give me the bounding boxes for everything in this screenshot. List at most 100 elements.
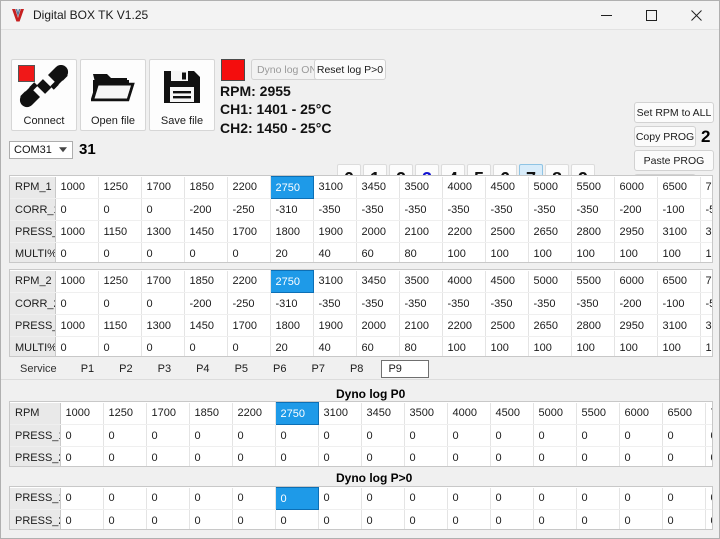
- grid-cell[interactable]: 1000: [55, 270, 99, 293]
- connect-button[interactable]: Connect: [11, 59, 77, 131]
- grid-cell[interactable]: 5500: [571, 270, 615, 293]
- grid-cell[interactable]: 1150: [98, 220, 142, 243]
- grid-cell[interactable]: 1850: [189, 402, 233, 425]
- grid-cell[interactable]: -350: [442, 292, 486, 315]
- grid-cell[interactable]: 0: [141, 198, 185, 221]
- program-tab-P6[interactable]: P6: [266, 360, 293, 378]
- grid-cell[interactable]: 100: [442, 242, 486, 262]
- grid-cell[interactable]: 1700: [146, 402, 190, 425]
- grid-cell[interactable]: -50: [700, 292, 712, 315]
- grid-cell[interactable]: 0: [55, 242, 99, 262]
- grid-cell[interactable]: 0: [103, 424, 147, 447]
- grid-cell[interactable]: 0: [141, 242, 185, 262]
- grid-cell[interactable]: 0: [490, 487, 534, 510]
- grid-cell[interactable]: -100: [657, 198, 701, 221]
- grid-cell[interactable]: 2000: [356, 220, 400, 243]
- program-tab-P1[interactable]: P1: [74, 360, 101, 378]
- grid-cell[interactable]: 100: [700, 336, 712, 356]
- grid-cell[interactable]: 0: [490, 509, 534, 529]
- grid-cell[interactable]: -310: [270, 198, 314, 221]
- grid-cell[interactable]: 1250: [98, 176, 142, 199]
- grid-cell[interactable]: 5000: [528, 176, 572, 199]
- dyno-log-p0-grid[interactable]: RPM 1000 1250 1700 1850 2200 2750 3100 3450 3500 4…: [9, 401, 713, 467]
- grid-cell[interactable]: 3100: [657, 220, 701, 243]
- grid-cell[interactable]: 2750: [269, 270, 314, 293]
- program-tab-P9[interactable]: P9: [381, 360, 429, 378]
- grid-cell[interactable]: 1900: [313, 314, 357, 337]
- set-rpm-to-all-button[interactable]: Set RPM to ALL: [634, 102, 714, 123]
- grid-cell[interactable]: 0: [232, 424, 276, 447]
- grid-cell[interactable]: 0: [576, 509, 620, 529]
- maximize-button[interactable]: [629, 1, 674, 29]
- grid-cell[interactable]: 0: [146, 487, 190, 510]
- grid-cell[interactable]: 0: [189, 509, 233, 529]
- grid-cell[interactable]: 0: [490, 424, 534, 447]
- minimize-button[interactable]: [584, 1, 629, 29]
- grid-cell[interactable]: 100: [528, 242, 572, 262]
- save-file-button[interactable]: Save file: [149, 59, 215, 131]
- grid-cell[interactable]: 0: [141, 292, 185, 315]
- grid-cell[interactable]: 1700: [227, 314, 271, 337]
- grid-cell[interactable]: 2950: [614, 220, 658, 243]
- grid-cell[interactable]: 0: [361, 446, 405, 466]
- grid-cell[interactable]: 3500: [399, 176, 443, 199]
- grid-cell[interactable]: 4000: [447, 402, 491, 425]
- grid-cell[interactable]: 1250: [98, 270, 142, 293]
- grid-cell[interactable]: 2950: [614, 314, 658, 337]
- prog2-grid[interactable]: RPM_2 1000 1250 1700 1850 2200 2750 3100 3450 350…: [9, 269, 713, 357]
- grid-cell[interactable]: 0: [318, 424, 362, 447]
- grid-cell[interactable]: -200: [184, 198, 228, 221]
- grid-cell[interactable]: 6000: [619, 402, 663, 425]
- grid-cell[interactable]: 0: [662, 509, 706, 529]
- grid-cell[interactable]: 1850: [184, 270, 228, 293]
- grid-cell[interactable]: 0: [184, 336, 228, 356]
- grid-cell[interactable]: 0: [404, 424, 448, 447]
- grid-cell[interactable]: 0: [98, 292, 142, 315]
- grid-cell[interactable]: 0: [141, 336, 185, 356]
- grid-cell[interactable]: 2750: [269, 176, 314, 199]
- grid-cell[interactable]: -200: [184, 292, 228, 315]
- com-port-select[interactable]: COM31: [9, 141, 73, 159]
- grid-cell[interactable]: 0: [404, 487, 448, 510]
- grid-cell[interactable]: 0: [98, 242, 142, 262]
- grid-cell[interactable]: 0: [662, 424, 706, 447]
- grid-cell[interactable]: 0: [98, 336, 142, 356]
- grid-cell[interactable]: 2200: [442, 314, 486, 337]
- grid-cell[interactable]: 100: [571, 336, 615, 356]
- grid-cell[interactable]: 0: [146, 424, 190, 447]
- grid-cell[interactable]: 0: [55, 292, 99, 315]
- grid-cell[interactable]: 100: [700, 242, 712, 262]
- grid-cell[interactable]: 1850: [184, 176, 228, 199]
- grid-cell[interactable]: 6500: [657, 176, 701, 199]
- grid-cell[interactable]: 100: [528, 336, 572, 356]
- grid-cell[interactable]: 6000: [614, 270, 658, 293]
- grid-cell[interactable]: 0: [619, 424, 663, 447]
- grid-cell[interactable]: 100: [614, 242, 658, 262]
- paste-prog-button[interactable]: Paste PROG: [634, 150, 714, 171]
- grid-cell[interactable]: -250: [227, 292, 271, 315]
- grid-cell[interactable]: 0: [227, 336, 271, 356]
- grid-cell[interactable]: 0: [227, 242, 271, 262]
- copy-prog-button[interactable]: Copy PROG: [634, 126, 696, 147]
- grid-cell[interactable]: 0: [146, 509, 190, 529]
- grid-cell[interactable]: 2750: [274, 402, 319, 425]
- grid-cell[interactable]: 80: [399, 242, 443, 262]
- grid-cell[interactable]: -50: [700, 198, 712, 221]
- grid-cell[interactable]: 100: [485, 242, 529, 262]
- grid-cell[interactable]: 100: [657, 242, 701, 262]
- grid-cell[interactable]: 0: [705, 509, 712, 529]
- grid-cell[interactable]: 3450: [356, 270, 400, 293]
- grid-cell[interactable]: 1700: [141, 270, 185, 293]
- grid-cell[interactable]: 0: [361, 424, 405, 447]
- grid-cell[interactable]: 0: [275, 509, 319, 529]
- grid-cell[interactable]: 80: [399, 336, 443, 356]
- close-button[interactable]: [674, 1, 719, 29]
- grid-cell[interactable]: 5500: [576, 402, 620, 425]
- grid-cell[interactable]: 2100: [399, 220, 443, 243]
- grid-cell[interactable]: 0: [490, 446, 534, 466]
- grid-cell[interactable]: 1000: [55, 176, 99, 199]
- grid-cell[interactable]: 0: [189, 446, 233, 466]
- grid-cell[interactable]: 3450: [356, 176, 400, 199]
- grid-cell[interactable]: 0: [619, 509, 663, 529]
- grid-cell[interactable]: 0: [533, 487, 577, 510]
